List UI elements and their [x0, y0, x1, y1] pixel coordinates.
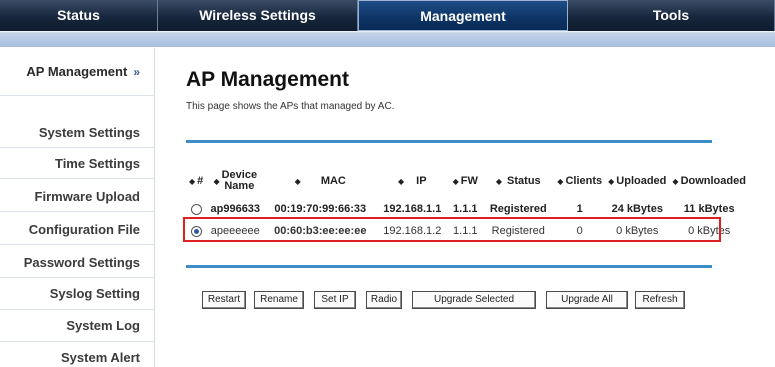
restart-button[interactable]: Restart — [202, 291, 246, 309]
tab-management[interactable]: Management — [358, 0, 568, 31]
sidebar-item-syslog-setting[interactable]: Syslog Setting — [50, 286, 140, 301]
sort-arrows-icon: ◆ — [213, 176, 220, 186]
table-header-row: ◆ # ◆Device Name ◆ MAC ◆ IP ◆ FW ◆ Status ◆ Cli… — [186, 164, 749, 198]
sidebar-item-system-log[interactable]: System Log — [66, 318, 140, 333]
column-header-downloaded[interactable]: ◆ Downloaded — [669, 164, 749, 198]
sort-arrows-icon: ◆ — [398, 177, 405, 186]
sidebar-divider — [0, 147, 155, 148]
column-header-mac[interactable]: ◆ MAC — [264, 164, 376, 198]
rename-button[interactable]: Rename — [254, 291, 304, 309]
sort-arrows-icon: ◆ — [452, 177, 459, 186]
sort-arrows-icon: ◆ — [557, 177, 564, 186]
page-title: AP Management — [186, 68, 349, 91]
section-divider — [186, 265, 712, 268]
sidebar-divider — [0, 211, 155, 212]
column-header-fw[interactable]: ◆ FW — [448, 164, 482, 198]
sidebar-item-system-alert[interactable]: System Alert — [61, 350, 140, 365]
upgrade-all-button[interactable]: Upgrade All — [546, 291, 628, 309]
sort-arrows-icon: ◆ — [294, 177, 301, 186]
sidebar-item-system-settings[interactable]: System Settings — [39, 125, 140, 140]
sidebar-item-firmware-upload[interactable]: Firmware Upload — [35, 189, 140, 204]
sidebar: AP Management » System Settings Time Sett… — [0, 48, 155, 367]
sort-arrows-icon: ◆ — [672, 177, 679, 186]
sort-arrows-icon: ◆ — [495, 177, 503, 186]
sort-arrows-icon: ◆ — [608, 177, 615, 186]
sidebar-item-label: AP Management — [26, 64, 128, 79]
top-navigation: Status Wireless Settings Management Tool… — [0, 0, 775, 33]
section-divider — [186, 140, 712, 143]
sidebar-divider — [0, 309, 155, 310]
column-header-device-name[interactable]: ◆Device Name — [206, 164, 264, 198]
column-header-uploaded[interactable]: ◆ Uploaded — [605, 164, 669, 198]
upgrade-selected-button[interactable]: Upgrade Selected — [412, 291, 536, 309]
double-chevron-right-icon: » — [133, 65, 140, 79]
sub-header-bar — [0, 33, 775, 47]
sort-arrows-icon: ◆ — [189, 177, 196, 186]
tab-status[interactable]: Status — [0, 0, 158, 31]
selected-row-highlight — [183, 217, 721, 242]
radio-button-icon[interactable] — [190, 203, 202, 215]
sidebar-item-password-settings[interactable]: Password Settings — [24, 255, 140, 270]
sidebar-divider — [0, 277, 155, 278]
column-header-clients[interactable]: ◆ Clients — [554, 164, 605, 198]
column-header-status[interactable]: ◆ Status — [482, 164, 554, 198]
column-header-num[interactable]: ◆ # — [186, 164, 206, 198]
set-ip-button[interactable]: Set IP — [314, 291, 356, 309]
tab-tools[interactable]: Tools — [568, 0, 775, 31]
refresh-button[interactable]: Refresh — [635, 291, 685, 309]
sidebar-divider — [0, 244, 155, 245]
sidebar-divider — [0, 95, 155, 96]
tab-wireless-settings[interactable]: Wireless Settings — [158, 0, 358, 31]
sidebar-divider — [0, 178, 155, 179]
column-header-ip[interactable]: ◆ IP — [376, 164, 448, 198]
sidebar-divider — [0, 341, 155, 342]
sidebar-item-configuration-file[interactable]: Configuration File — [29, 222, 140, 237]
page-description: This page shows the APs that managed by … — [186, 101, 395, 112]
sidebar-item-ap-management[interactable]: AP Management » — [26, 64, 140, 79]
sidebar-item-time-settings[interactable]: Time Settings — [55, 156, 140, 171]
radio-button[interactable]: Radio — [366, 291, 402, 309]
